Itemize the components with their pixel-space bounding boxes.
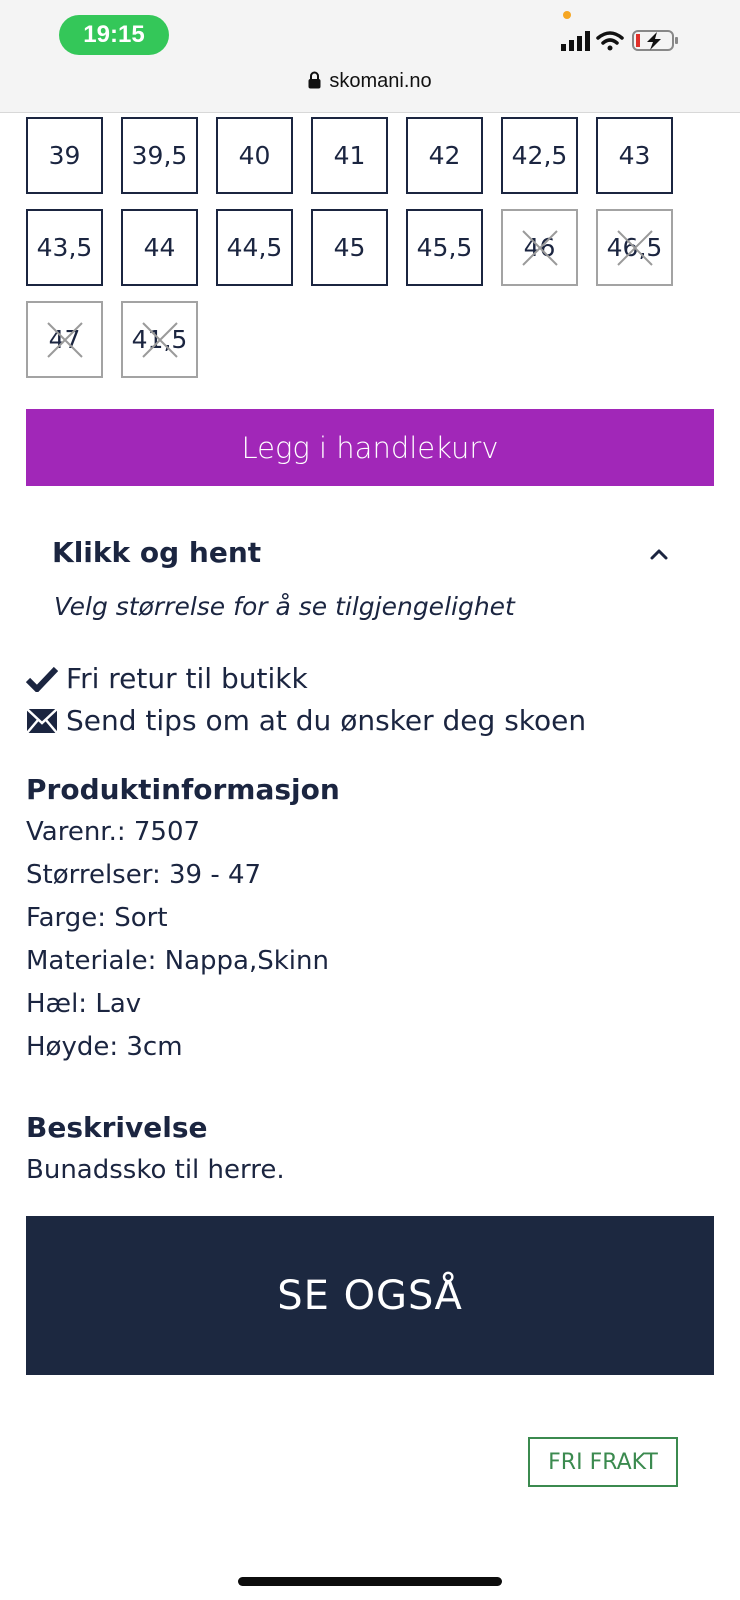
signal-icon xyxy=(561,31,590,51)
size-option: 46 xyxy=(501,209,578,286)
home-indicator xyxy=(238,1577,502,1586)
description-text: Bunadssko til herre. xyxy=(26,1155,285,1185)
size-option[interactable]: 43,5 xyxy=(26,209,103,286)
size-label: 41 xyxy=(333,141,366,170)
battery-charging-icon xyxy=(632,30,678,51)
product-info-heading: Produktinformasjon xyxy=(26,773,340,806)
usp-free-return-text: Fri retur til butikk xyxy=(66,662,308,695)
size-label: 44,5 xyxy=(226,233,283,262)
check-icon xyxy=(26,666,58,692)
size-option[interactable]: 45 xyxy=(311,209,388,286)
size-label: 42 xyxy=(428,141,461,170)
size-option: 46,5 xyxy=(596,209,673,286)
size-option[interactable]: 44 xyxy=(121,209,198,286)
size-label: 43 xyxy=(618,141,651,170)
status-time: 19:15 xyxy=(59,15,169,55)
product-info-line: Farge: Sort xyxy=(26,903,168,933)
size-option[interactable]: 42,5 xyxy=(501,117,578,194)
size-option[interactable]: 42 xyxy=(406,117,483,194)
product-info-line: Høyde: 3cm xyxy=(26,1032,183,1062)
unavailable-cross-icon xyxy=(522,230,558,266)
usp-free-return: Fri retur til butikk xyxy=(26,662,308,695)
product-info-line: Varenr.: 7507 xyxy=(26,817,201,847)
size-label: 39 xyxy=(48,141,81,170)
click-collect-title[interactable]: Klikk og hent xyxy=(52,536,261,569)
size-label: 40 xyxy=(238,141,271,170)
size-option[interactable]: 44,5 xyxy=(216,209,293,286)
product-info-line: Hæl: Lav xyxy=(26,989,142,1019)
product-info-line: Materiale: Nappa,Skinn xyxy=(26,946,329,976)
size-option[interactable]: 39,5 xyxy=(121,117,198,194)
see-also-button[interactable]: SE OGSÅ xyxy=(26,1216,714,1375)
status-icons xyxy=(561,30,678,51)
size-option[interactable]: 40 xyxy=(216,117,293,194)
free-shipping-badge: FRI FRAKT xyxy=(528,1437,678,1487)
size-option: 41,5 xyxy=(121,301,198,378)
size-label: 43,5 xyxy=(36,233,93,262)
url-bar[interactable]: skomani.no xyxy=(0,70,740,93)
add-to-cart-button[interactable]: Legg i handlekurv xyxy=(26,409,714,486)
size-label: 44 xyxy=(143,233,176,262)
product-info-line: Størrelser: 39 - 47 xyxy=(26,860,262,890)
envelope-icon xyxy=(26,707,58,734)
size-option[interactable]: 45,5 xyxy=(406,209,483,286)
size-option[interactable]: 43 xyxy=(596,117,673,194)
usp-send-tip-text: Send tips om at du ønsker deg skoen xyxy=(66,704,587,737)
size-label: 39,5 xyxy=(131,141,188,170)
unavailable-cross-icon xyxy=(47,322,83,358)
size-option: 47 xyxy=(26,301,103,378)
size-option[interactable]: 41 xyxy=(311,117,388,194)
unavailable-cross-icon xyxy=(142,322,178,358)
description-heading: Beskrivelse xyxy=(26,1111,208,1144)
size-label: 45 xyxy=(333,233,366,262)
click-collect-subtitle: Velg størrelse for å se tilgjengelighet xyxy=(54,592,515,621)
browser-status-bar: 19:15 skomani.no xyxy=(0,0,740,113)
size-label: 45,5 xyxy=(416,233,473,262)
size-option[interactable]: 39 xyxy=(26,117,103,194)
size-label: 42,5 xyxy=(511,141,568,170)
chevron-up-icon[interactable] xyxy=(648,543,670,565)
url-text: skomani.no xyxy=(329,70,432,92)
wifi-icon xyxy=(596,31,624,51)
usp-send-tip[interactable]: Send tips om at du ønsker deg skoen xyxy=(26,704,586,737)
lock-icon xyxy=(308,71,321,89)
privacy-indicator-dot xyxy=(563,11,571,19)
unavailable-cross-icon xyxy=(617,230,653,266)
